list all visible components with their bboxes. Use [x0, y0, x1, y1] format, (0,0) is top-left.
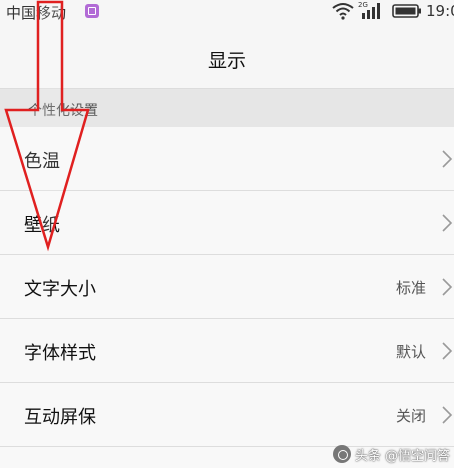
settings-item-label: 文字大小 [24, 279, 96, 300]
chevron-right-icon [442, 214, 453, 232]
section-header: 个性化设置 [0, 89, 454, 127]
watermark-logo-icon [332, 445, 351, 463]
settings-item-screensaver[interactable]: 互动屏保 关闭 [0, 383, 454, 447]
settings-item-font-style[interactable]: 字体样式 默认 [0, 319, 454, 383]
chevron-right-icon [442, 406, 453, 424]
chevron-right-icon [442, 150, 453, 168]
title-bar: 显示 [0, 26, 454, 89]
settings-item-wallpaper[interactable]: 壁纸 [0, 191, 454, 255]
settings-item-label: 字体样式 [24, 343, 96, 364]
settings-item-color-temperature[interactable]: 色温 [0, 127, 454, 191]
status-time: 19:0 [426, 2, 454, 20]
network-badge: 2G [358, 1, 368, 9]
settings-item-text-size[interactable]: 文字大小 标准 [0, 255, 454, 319]
settings-item-label: 壁纸 [24, 215, 60, 236]
status-bar: 中国移动 2G 19:0 [0, 0, 454, 26]
chevron-right-icon [442, 278, 453, 296]
watermark: 头条 @悟空问答 [332, 442, 450, 466]
settings-list: 色温 壁纸 文字大小 标准 字体样式 默认 互动屏保 关闭 [0, 127, 454, 447]
watermark-text: 头条 @悟空问答 [354, 448, 450, 464]
settings-item-value: 关闭 [395, 407, 426, 425]
wifi-icon [332, 3, 354, 20]
settings-item-label: 色温 [24, 151, 60, 172]
chevron-right-icon [442, 342, 453, 360]
battery-icon [392, 4, 421, 18]
settings-item-label: 互动屏保 [24, 407, 96, 428]
settings-item-value: 默认 [395, 343, 426, 361]
page-title: 显示 [207, 50, 246, 72]
settings-item-value: 标准 [395, 279, 426, 297]
section-header-label: 个性化设置 [28, 103, 98, 119]
notification-icon [85, 4, 99, 18]
carrier-name: 中国移动 [6, 4, 67, 22]
signal-icon: 2G [358, 1, 380, 19]
